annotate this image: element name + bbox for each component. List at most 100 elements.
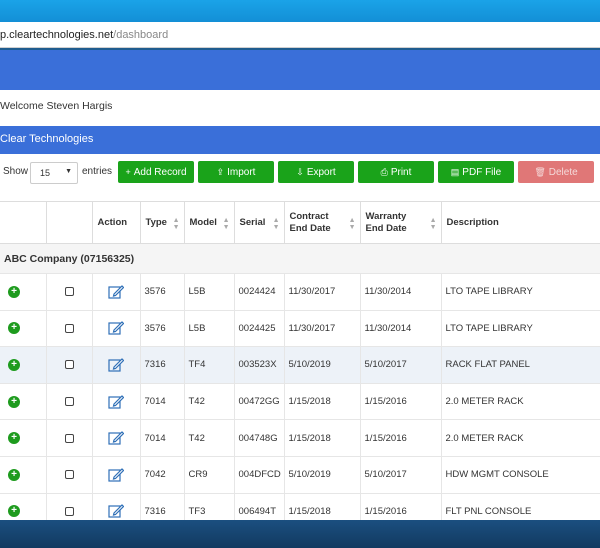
expand-cell: +: [0, 493, 47, 520]
import-button[interactable]: ⇪ Import: [198, 161, 274, 183]
edit-icon[interactable]: [108, 504, 124, 518]
cell-warranty-end-date: 5/10/2017: [360, 456, 442, 494]
cell-description: HDW MGMT CONSOLE: [441, 456, 600, 494]
row-checkbox[interactable]: [64, 397, 74, 407]
cell-serial: 004748G: [234, 419, 285, 457]
header-contract-end-date[interactable]: Contract End Date ▲ ▼: [284, 201, 361, 244]
header-serial-label: Serial: [239, 217, 266, 228]
export-button[interactable]: ⇩ Export: [278, 161, 354, 183]
expand-cell: +: [0, 346, 47, 384]
cell-serial: 0024424: [234, 273, 285, 311]
taskbar: [0, 520, 600, 548]
delete-button[interactable]: 🗑 Delete: [518, 161, 594, 183]
header-action: Action: [92, 201, 141, 244]
expand-plus-icon[interactable]: +: [8, 468, 20, 481]
address-bar[interactable]: p.cleartechnologies.net/dashboard: [0, 22, 600, 48]
action-cell: [92, 493, 141, 520]
import-label: Import: [227, 167, 256, 178]
cell-contract-end-date: 1/15/2018: [284, 493, 361, 520]
cell-contract-end-date: 5/10/2019: [284, 346, 361, 384]
expand-plus-icon[interactable]: +: [8, 285, 20, 298]
expand-plus-icon[interactable]: +: [8, 505, 20, 518]
cell-serial: 003523X: [234, 346, 285, 384]
row-checkbox[interactable]: [64, 433, 74, 443]
cell-type: 7316: [140, 346, 185, 384]
file-pdf-icon: ▤: [450, 167, 460, 177]
cell-description: FLT PNL CONSOLE: [441, 493, 600, 520]
address-host: p.cleartechnologies.net: [0, 29, 114, 41]
edit-icon[interactable]: [108, 358, 124, 372]
header-model[interactable]: Model ▲ ▼: [184, 201, 235, 244]
sort-icon: ▲ ▼: [172, 217, 180, 231]
expand-plus-icon[interactable]: +: [8, 395, 20, 408]
edit-icon[interactable]: [108, 321, 124, 335]
edit-icon[interactable]: [108, 431, 124, 445]
app-title: Clear Technologies: [0, 133, 94, 145]
cell-model: TF4: [184, 346, 235, 384]
add-record-button[interactable]: + Add Record: [118, 161, 194, 183]
cell-model: TF3: [184, 493, 235, 520]
expand-plus-icon[interactable]: +: [8, 358, 20, 371]
address-path: /dashboard: [113, 29, 169, 41]
action-cell: [92, 273, 141, 311]
cell-description: RACK FLAT PANEL: [441, 346, 600, 384]
cell-serial: 0024425: [234, 310, 285, 348]
table-row: + 7042 CR9 004DFCD 5/10/2019 5/10/2017 H…: [0, 456, 600, 494]
cell-contract-end-date: 11/30/2017: [284, 310, 361, 348]
expand-plus-icon[interactable]: +: [8, 322, 20, 335]
cell-contract-end-date: 1/15/2018: [284, 383, 361, 421]
row-checkbox[interactable]: [64, 360, 74, 370]
table-row: + 7014 T42 004748G 1/15/2018 1/15/2016 2…: [0, 419, 600, 457]
select-cell: [46, 456, 93, 494]
sort-icon: ▲ ▼: [429, 217, 437, 231]
row-checkbox[interactable]: [64, 287, 74, 297]
cell-type: 3576: [140, 310, 185, 348]
row-checkbox[interactable]: [64, 470, 74, 480]
expand-cell: +: [0, 273, 47, 311]
entries-value: 15: [40, 168, 51, 178]
header-type[interactable]: Type ▲ ▼: [140, 201, 185, 244]
select-cell: [46, 273, 93, 311]
edit-icon[interactable]: [108, 394, 124, 409]
show-label: Show: [3, 166, 29, 177]
select-cell: [46, 383, 93, 421]
edit-icon[interactable]: [108, 284, 124, 299]
header-warranty-label: Warranty End Date: [365, 210, 407, 234]
cell-type: 3576: [140, 273, 185, 311]
sort-icon: ▲ ▼: [272, 217, 280, 231]
header-model-label: Model: [189, 217, 217, 228]
row-checkbox[interactable]: [64, 506, 74, 516]
edit-icon[interactable]: [108, 467, 124, 482]
action-cell: [92, 456, 141, 494]
cell-type: 7014: [140, 419, 185, 457]
chevron-down-icon: ▼: [65, 168, 72, 175]
select-cell: [46, 493, 93, 520]
table-header-row: Action Type ▲ ▼ Model ▲ ▼ Serial ▲ ▼ Contract …: [0, 201, 600, 244]
cell-warranty-end-date: 11/30/2014: [360, 310, 442, 348]
welcome-text: Welcome Steven Hargis: [0, 100, 113, 112]
cell-serial: 006494T: [234, 493, 285, 520]
pdf-file-button[interactable]: ▤ PDF File: [438, 161, 514, 183]
header-warranty-end-date[interactable]: Warranty End Date ▲ ▼: [360, 201, 442, 244]
welcome-bar: Welcome Steven Hargis: [0, 90, 600, 126]
header-serial[interactable]: Serial ▲ ▼: [234, 201, 285, 244]
section-header: Clear Technologies: [0, 126, 600, 154]
print-button[interactable]: ⎙ Print: [358, 161, 434, 183]
browser-title-bar: [0, 0, 600, 22]
row-checkbox[interactable]: [64, 323, 74, 333]
cell-serial: 00472GG: [234, 383, 285, 421]
print-label: Print: [390, 167, 412, 178]
entries-select[interactable]: 15 ▼: [30, 162, 78, 184]
address-text[interactable]: p.cleartechnologies.net/dashboard: [0, 29, 168, 41]
pdf-file-label: PDF File: [462, 167, 502, 178]
action-cell: [92, 346, 141, 384]
cell-description: 2.0 METER RACK: [441, 383, 600, 421]
cell-serial: 004DFCD: [234, 456, 285, 494]
table-row: + 7316 TF4 003523X 5/10/2019 5/10/2017 R…: [0, 346, 600, 384]
export-label: Export: [306, 167, 336, 178]
expand-plus-icon[interactable]: +: [8, 432, 20, 445]
cell-warranty-end-date: 11/30/2014: [360, 273, 442, 311]
entries-label: entries: [82, 166, 113, 177]
expand-cell: +: [0, 310, 47, 348]
trash-icon: 🗑: [534, 167, 546, 177]
